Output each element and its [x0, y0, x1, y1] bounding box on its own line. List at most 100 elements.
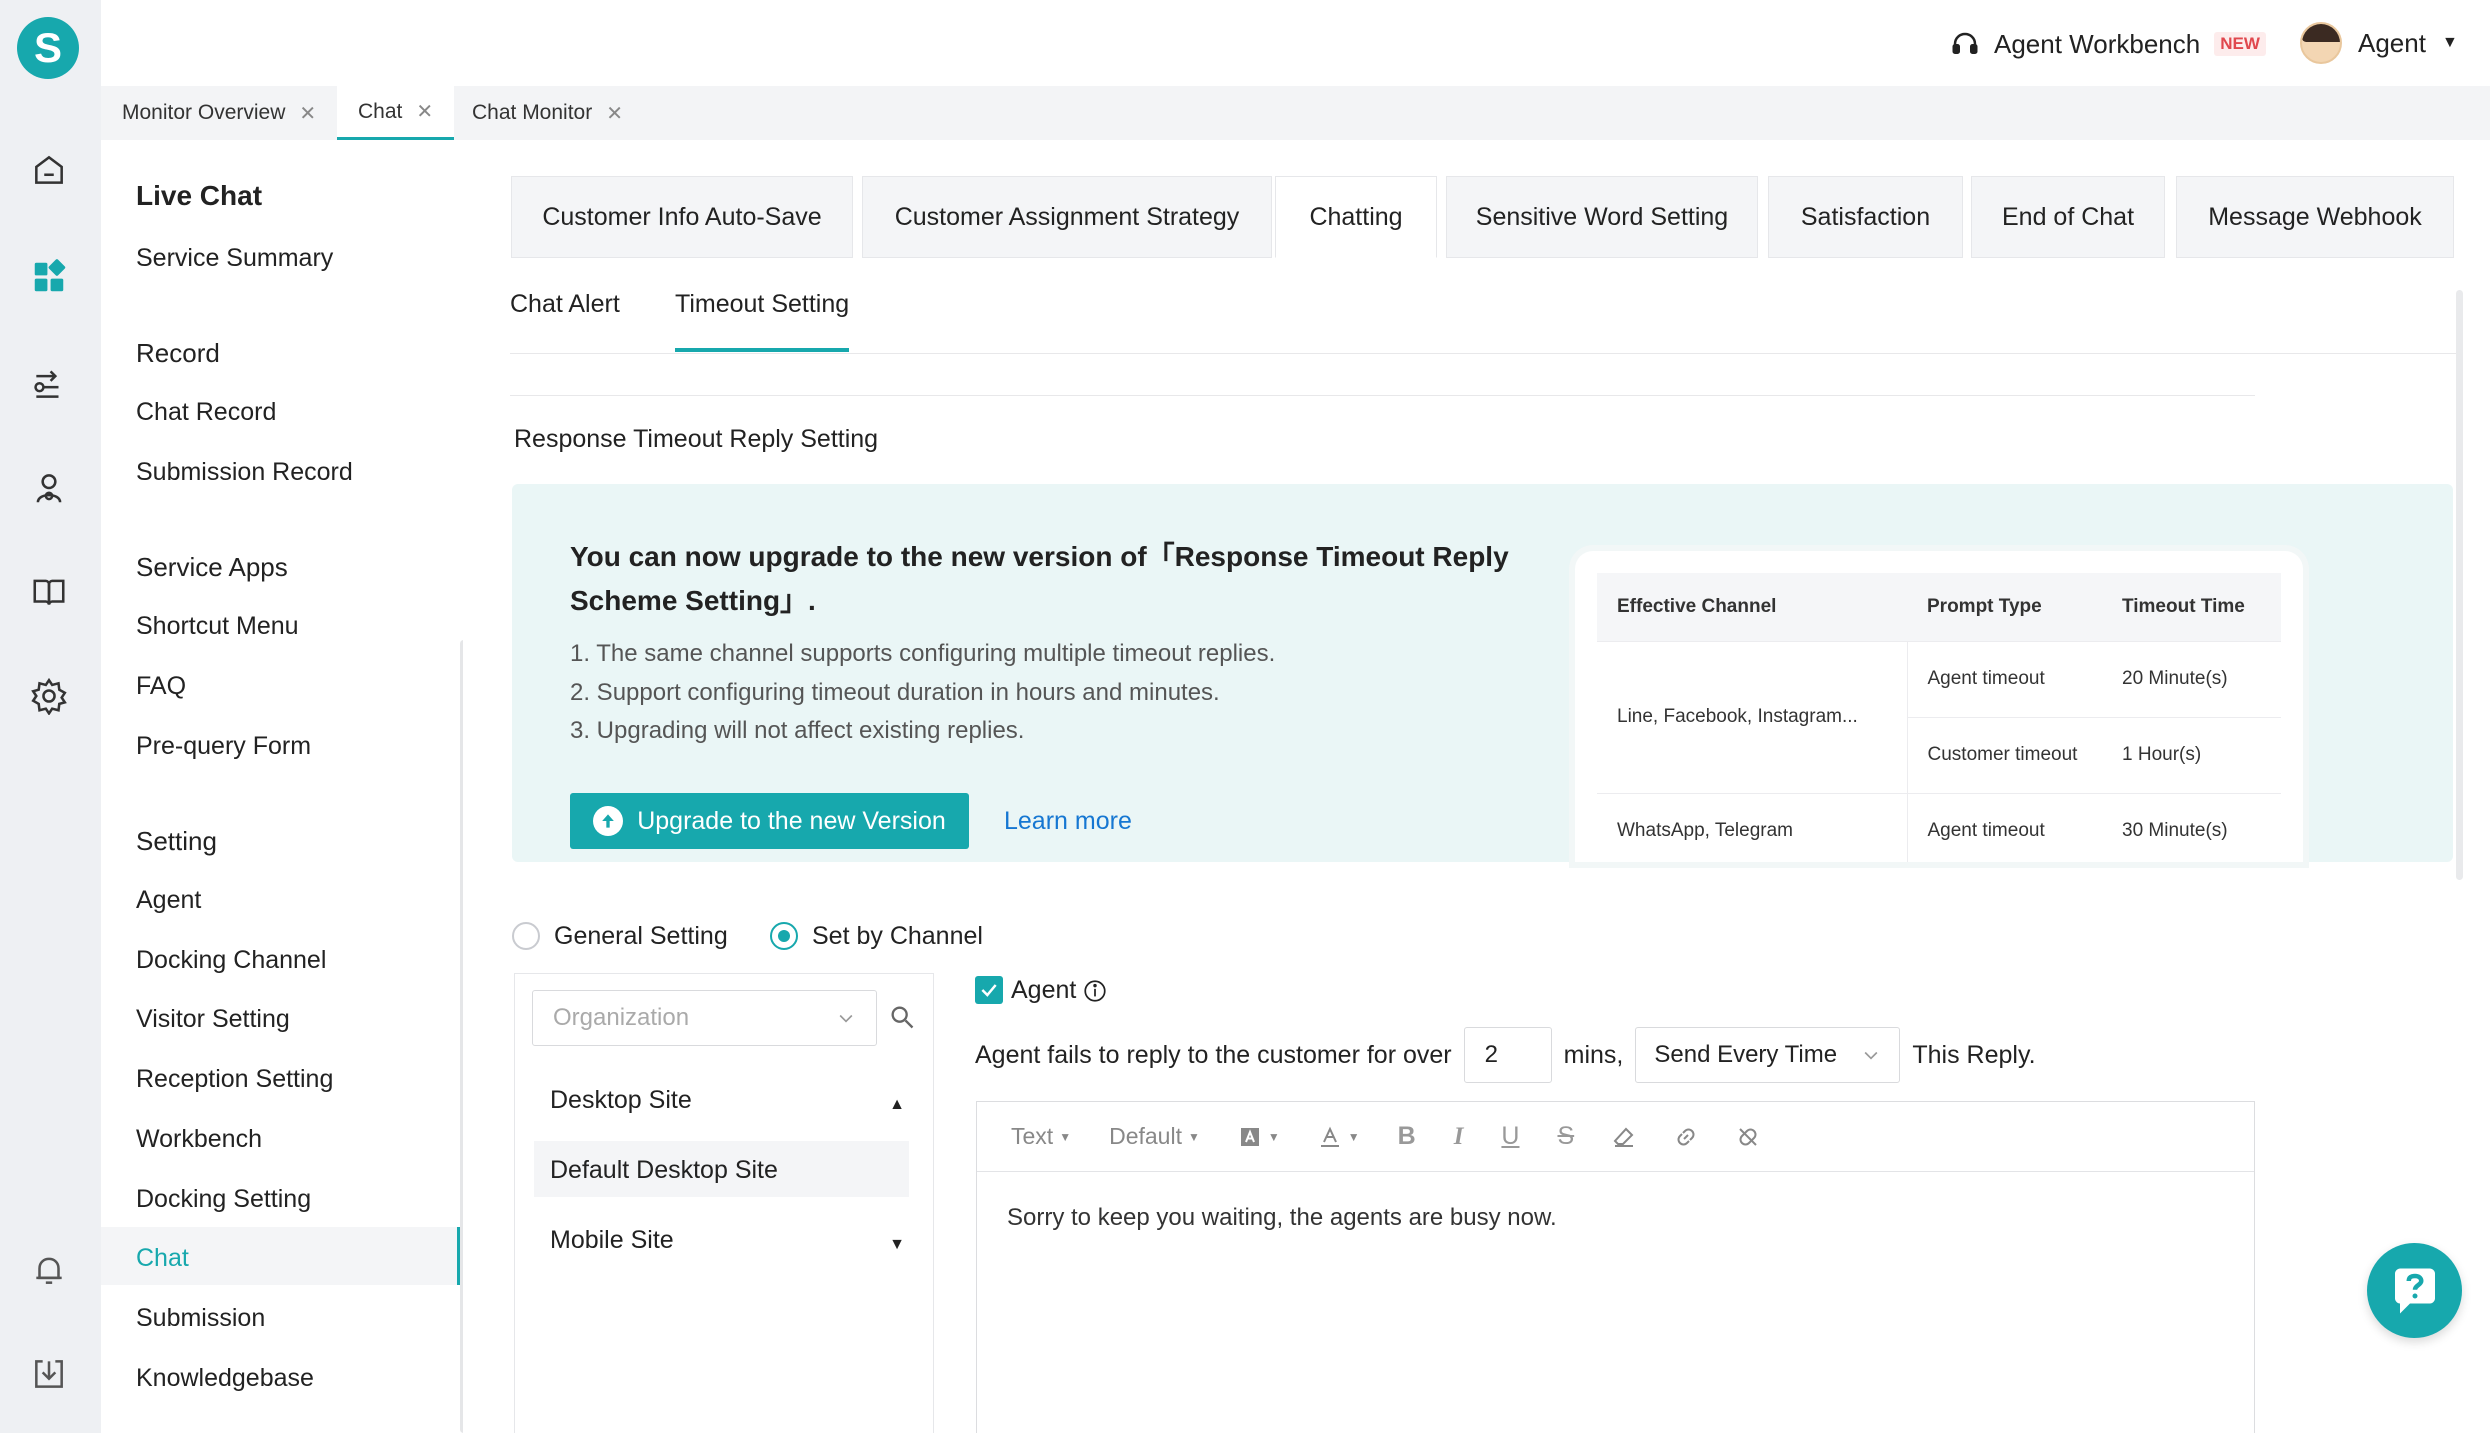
tab-satisfaction[interactable]: Satisfaction: [1768, 176, 1963, 258]
table-cell: WhatsApp, Telegram: [1597, 792, 1908, 862]
bell-icon[interactable]: [25, 1246, 73, 1294]
bold-icon: B: [1397, 1122, 1416, 1150]
banner-point: 2. Support configuring timeout duration …: [570, 679, 1220, 706]
app-logo[interactable]: S: [17, 17, 79, 79]
info-icon[interactable]: [1082, 978, 1108, 1004]
font-color-button[interactable]: ▼: [1318, 1125, 1360, 1149]
banner-point: 1. The same channel supports configuring…: [570, 640, 1276, 667]
bold-button[interactable]: B: [1398, 1122, 1416, 1151]
tab-chatting[interactable]: Chatting: [1275, 176, 1437, 258]
sidebar-item-docking-setting[interactable]: Docking Setting: [136, 1185, 311, 1214]
help-button[interactable]: [2367, 1243, 2462, 1338]
table-cell: Agent timeout: [1907, 640, 2102, 717]
banner-point: 3. Upgrading will not affect existing re…: [570, 717, 1025, 744]
sidebar-item-reception-setting[interactable]: Reception Setting: [136, 1065, 333, 1094]
agent-checkbox-label: Agent: [1011, 976, 1108, 1005]
tree-node-label: Mobile Site: [550, 1226, 674, 1254]
sidebar-item-shortcut-menu[interactable]: Shortcut Menu: [136, 612, 299, 641]
page-tab-monitor-overview[interactable]: Monitor Overview ✕: [101, 86, 337, 140]
tab-sensitive-word-setting[interactable]: Sensitive Word Setting: [1446, 176, 1758, 258]
radio-set-by-channel[interactable]: Set by Channel: [770, 921, 983, 951]
rule-prefix: Agent fails to reply to the customer for…: [975, 1040, 1452, 1069]
italic-button[interactable]: I: [1454, 1123, 1464, 1151]
close-icon[interactable]: ✕: [299, 101, 316, 126]
clear-format-button[interactable]: [1612, 1125, 1636, 1149]
radio-circle[interactable]: [770, 922, 798, 950]
sidebar: Live Chat Service Summary Record Chat Re…: [101, 140, 467, 1433]
organization-select[interactable]: Organization: [532, 990, 877, 1046]
minutes-input[interactable]: 2: [1463, 1027, 1552, 1083]
radio-general-setting[interactable]: General Setting: [512, 921, 728, 951]
unlink-button[interactable]: [1736, 1125, 1760, 1149]
user-menu[interactable]: Agent ▼: [2300, 20, 2458, 66]
dashboard-icon[interactable]: [25, 253, 73, 301]
underline-button[interactable]: U: [1501, 1122, 1519, 1151]
sidebar-item-faq[interactable]: FAQ: [136, 672, 186, 701]
main-scrollbar[interactable]: [2456, 290, 2463, 880]
rule-suffix: This Reply.: [1912, 1040, 2036, 1069]
table-row: Line, Facebook, Instagram... Agent timeo…: [1597, 640, 2281, 793]
font-size-dropdown[interactable]: Default ▼: [1109, 1123, 1200, 1150]
book-icon[interactable]: [25, 568, 73, 616]
unlink-icon: [1739, 1127, 1757, 1146]
learn-more-link[interactable]: Learn more: [1004, 807, 1132, 836]
table-cell: 1 Hour(s): [2102, 716, 2281, 793]
organization-placeholder: Organization: [553, 1004, 690, 1031]
users-icon[interactable]: [25, 464, 73, 512]
text-style-label: Text: [1011, 1123, 1054, 1149]
table-cell: Line, Facebook, Instagram...: [1597, 640, 1908, 793]
home-icon[interactable]: [25, 146, 73, 194]
page-tab-label: Monitor Overview: [122, 101, 286, 124]
preview-table-card: Effective Channel Prompt Type Timeout Ti…: [1575, 551, 2303, 862]
subtab-chat-alert[interactable]: Chat Alert: [510, 290, 620, 319]
tab-message-webhook[interactable]: Message Webhook: [2176, 176, 2454, 258]
sidebar-item-pre-query-form[interactable]: Pre-query Form: [136, 732, 311, 761]
sidebar-item-knowledgebase[interactable]: Knowledgebase: [136, 1364, 314, 1393]
agent-workbench-label: Agent Workbench: [1994, 28, 2201, 59]
user-name: Agent: [2358, 27, 2426, 58]
caret-down-icon: ▼: [1267, 1129, 1280, 1144]
caret-down-icon: ▼: [1059, 1129, 1072, 1144]
sidebar-item-chat[interactable]: Chat: [136, 1244, 189, 1273]
sidebar-item-agent[interactable]: Agent: [136, 886, 201, 915]
caret-up-icon[interactable]: ▲: [889, 1096, 905, 1115]
table-cell: Agent timeout: [1907, 792, 2102, 862]
banner-title: You can now upgrade to the new version o…: [570, 541, 1509, 616]
timeout-rule: Agent fails to reply to the customer for…: [975, 1027, 2036, 1083]
sidebar-item-submission[interactable]: Submission: [136, 1304, 265, 1333]
editor-content[interactable]: Sorry to keep you waiting, the agents ar…: [1007, 1204, 1557, 1232]
highlight-color-button[interactable]: ▼: [1238, 1125, 1280, 1149]
sidebar-item-submission-record[interactable]: Submission Record: [136, 458, 353, 487]
sidebar-item-workbench[interactable]: Workbench: [136, 1125, 262, 1154]
close-icon[interactable]: ✕: [416, 99, 433, 124]
sidebar-item-chat-record[interactable]: Chat Record: [136, 398, 276, 427]
caret-down-icon[interactable]: ▼: [889, 1236, 905, 1255]
tree-node-desktop-site[interactable]: Desktop Site ▲: [550, 1086, 905, 1115]
sidebar-heading-live-chat: Live Chat: [136, 180, 263, 211]
sidebar-item-service-summary[interactable]: Service Summary: [136, 244, 333, 273]
sidebar-heading-setting: Setting: [136, 826, 217, 856]
agent-workbench-link[interactable]: Agent Workbench NEW: [1950, 24, 2266, 64]
search-icon[interactable]: [888, 1003, 916, 1031]
download-icon[interactable]: [25, 1350, 73, 1398]
tree-node-mobile-site[interactable]: Mobile Site ▼: [550, 1226, 905, 1255]
upgrade-button[interactable]: Upgrade to the new Version: [570, 793, 969, 849]
close-icon[interactable]: ✕: [606, 101, 623, 126]
subtab-timeout-setting[interactable]: Timeout Setting: [675, 290, 849, 319]
link-button[interactable]: [1674, 1125, 1698, 1149]
sidebar-item-docking-channel[interactable]: Docking Channel: [136, 946, 326, 975]
tab-customer-info-auto-save[interactable]: Customer Info Auto-Save: [511, 176, 853, 258]
frequency-select[interactable]: Send Every Time: [1635, 1027, 1901, 1083]
tree-node-default-desktop-site[interactable]: Default Desktop Site: [550, 1156, 778, 1185]
tab-customer-assignment-strategy[interactable]: Customer Assignment Strategy: [862, 176, 1272, 258]
strikethrough-button[interactable]: S: [1557, 1122, 1574, 1151]
agent-checkbox[interactable]: [975, 976, 1003, 1004]
sidebar-item-visitor-setting[interactable]: Visitor Setting: [136, 1005, 290, 1034]
tab-end-of-chat[interactable]: End of Chat: [1971, 176, 2165, 258]
gear-icon[interactable]: [25, 672, 73, 720]
page-tab-chat-monitor[interactable]: Chat Monitor ✕: [451, 86, 644, 140]
routing-icon[interactable]: [25, 360, 73, 408]
text-style-dropdown[interactable]: Text ▼: [1011, 1123, 1071, 1150]
page-tab-chat[interactable]: Chat ✕: [337, 86, 455, 140]
radio-circle[interactable]: [512, 922, 540, 950]
